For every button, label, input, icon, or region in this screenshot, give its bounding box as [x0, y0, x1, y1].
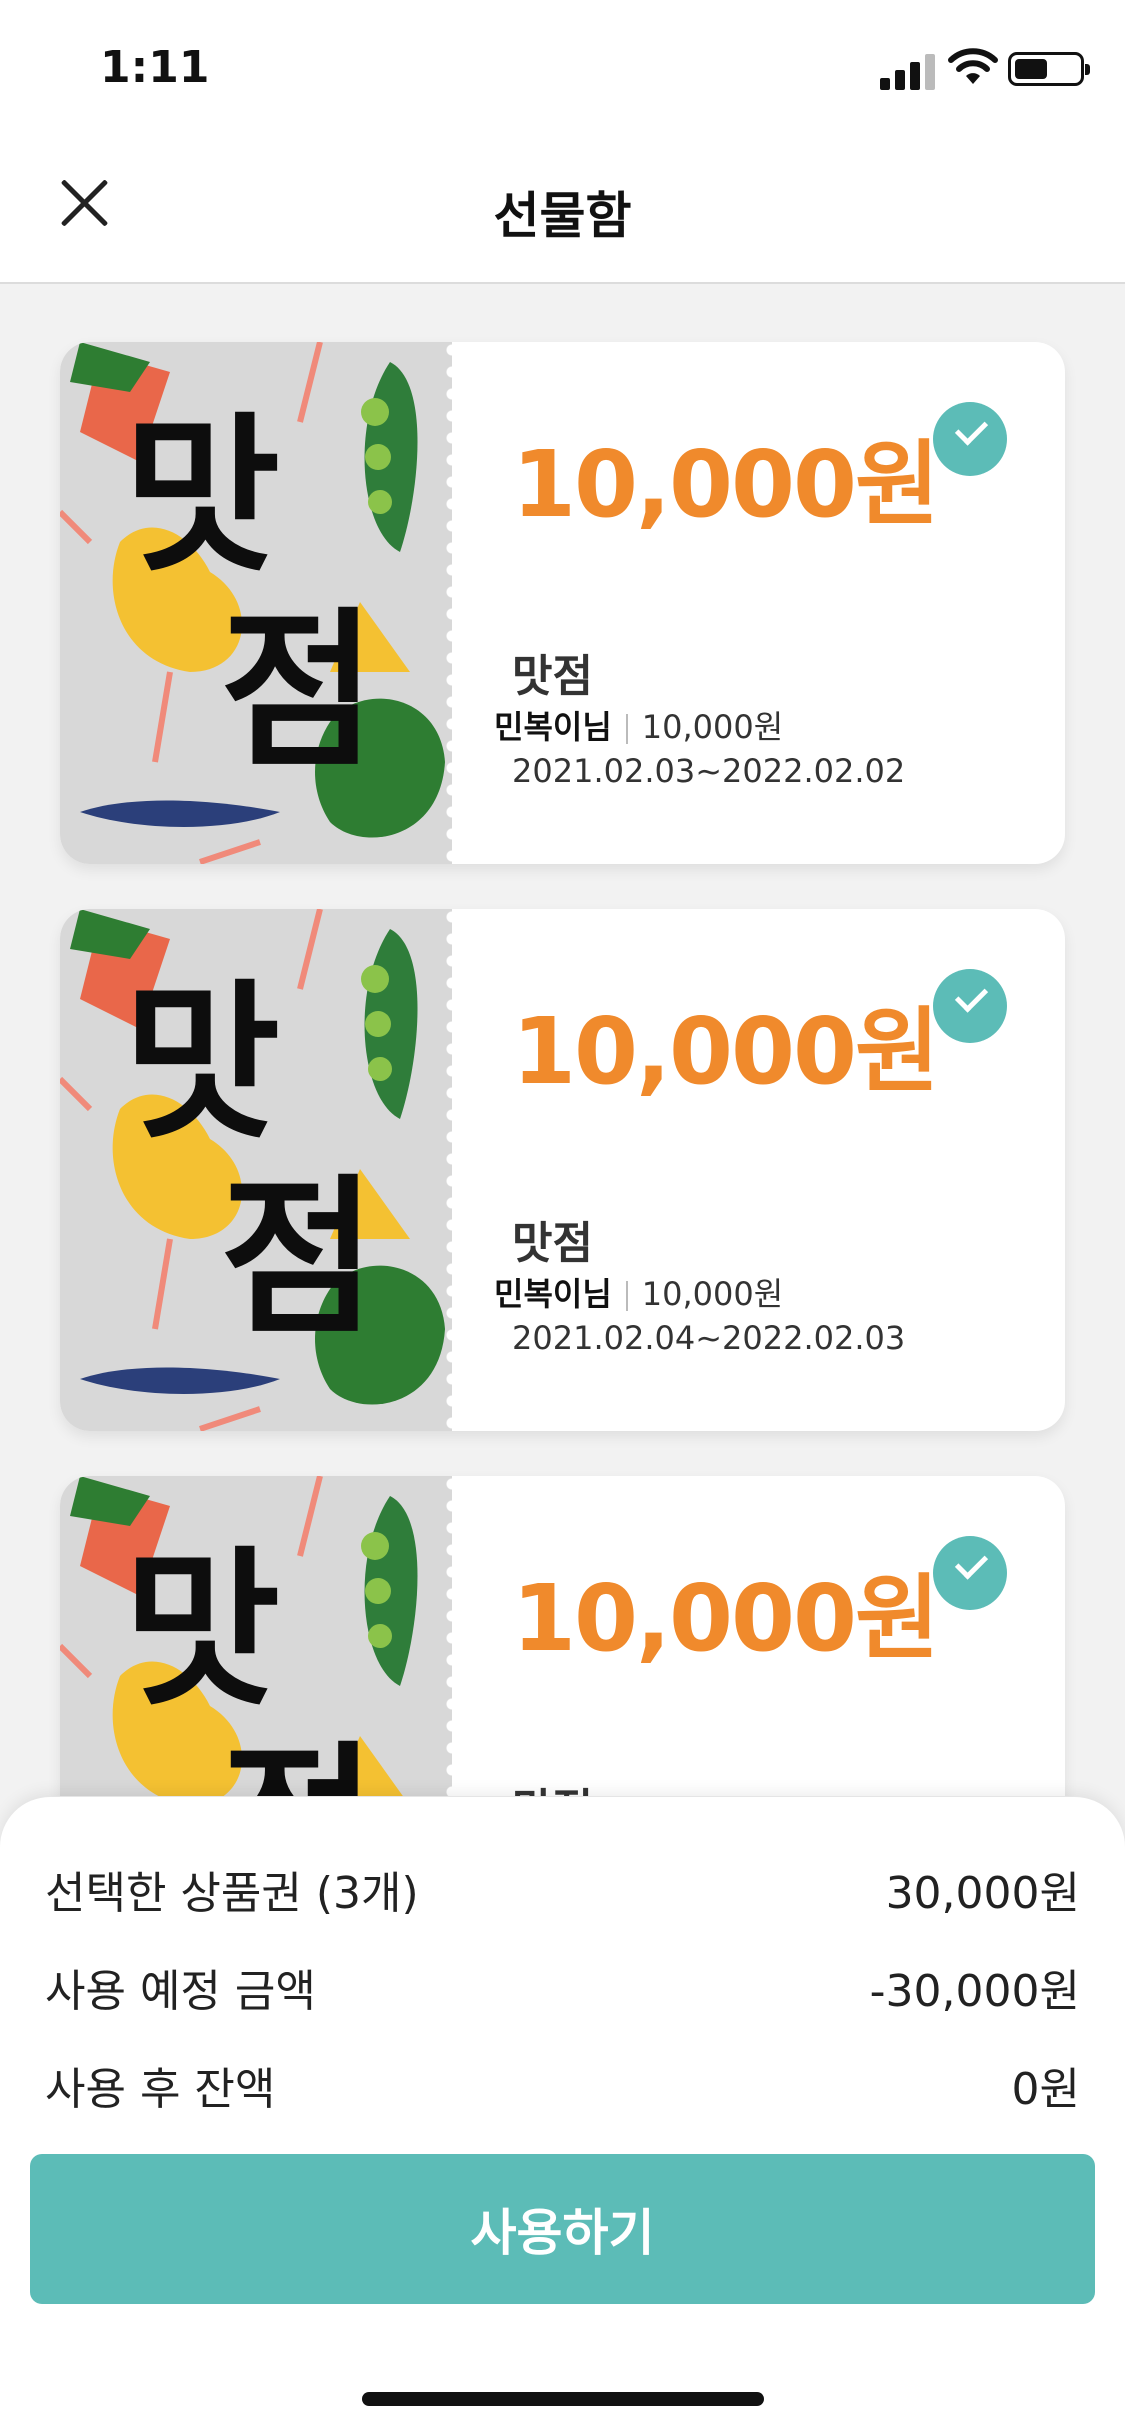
status-time: 1:11	[100, 42, 210, 93]
divider	[625, 1281, 628, 1311]
voucher-card[interactable]: 맛 점 10,000원 맛점 민복이님 10,000원 2021.02.04~20…	[60, 909, 1065, 1431]
check-icon[interactable]	[933, 1536, 1007, 1610]
ticket-perforation	[444, 1476, 460, 1796]
voucher-illustration: 맛 점	[60, 1476, 452, 1796]
cellular-signal-icon	[880, 50, 936, 90]
voucher-card[interactable]: 맛 점 10,000원 맛점 민복이님 10,000원 2021.02.03~20…	[60, 342, 1065, 864]
voucher-period: 2021.02.03~2022.02.02	[512, 752, 906, 790]
wifi-icon	[948, 48, 998, 84]
voucher-illustration: 맛 점	[60, 342, 452, 864]
voucher-meta: 민복이님 10,000원	[494, 1269, 783, 1315]
nav-bar: 선물함	[0, 140, 1125, 284]
ticket-perforation	[444, 909, 460, 1431]
divider	[625, 714, 628, 744]
voucher-list[interactable]: 맛 점 10,000원 맛점 민복이님 10,000원 2021.02.03~20…	[0, 286, 1125, 1796]
art-title-top: 맛	[124, 398, 281, 596]
voucher-name: 맛점	[512, 651, 593, 702]
status-bar: 1:11	[0, 0, 1125, 140]
remaining-value: 0원	[1011, 2064, 1080, 2115]
voucher-name: 맛점	[512, 1774, 593, 1796]
home-indicator[interactable]	[362, 2392, 764, 2406]
voucher-amount: 10,000원	[512, 998, 940, 1105]
remaining-label: 사용 후 잔액	[45, 2064, 276, 2115]
summary-sheet: 선택한 상품권 (3개) 30,000원 사용 예정 금액 -30,000원 사…	[0, 1797, 1125, 2436]
voucher-card[interactable]: 맛 점 10,000원 맛점	[60, 1476, 1065, 1796]
check-icon[interactable]	[933, 969, 1007, 1043]
voucher-value: 10,000원	[641, 1275, 784, 1313]
page-title: 선물함	[493, 187, 632, 245]
selected-value: 30,000원	[885, 1868, 1080, 1919]
voucher-amount: 10,000원	[512, 1565, 940, 1672]
ticket-perforation	[444, 342, 460, 864]
art-title-top: 맛	[124, 965, 281, 1163]
voucher-issuer: 민복이님	[494, 1275, 612, 1313]
planned-label: 사용 예정 금액	[45, 1966, 316, 2017]
planned-row: 사용 예정 금액 -30,000원	[45, 1955, 1080, 2019]
voucher-meta: 민복이님 10,000원	[494, 702, 783, 748]
voucher-amount: 10,000원	[512, 431, 940, 538]
selected-label: 선택한 상품권 (3개)	[45, 1868, 419, 1919]
selected-row: 선택한 상품권 (3개) 30,000원	[45, 1857, 1080, 1921]
art-title-bottom: 점	[220, 1741, 376, 1796]
voucher-issuer: 민복이님	[494, 708, 612, 746]
remaining-row: 사용 후 잔액 0원	[45, 2053, 1080, 2117]
voucher-value: 10,000원	[641, 708, 784, 746]
art-title-top: 맛	[124, 1532, 281, 1730]
art-title-bottom: 점	[220, 1160, 377, 1358]
use-button[interactable]: 사용하기	[30, 2154, 1095, 2304]
art-title-bottom: 점	[220, 593, 377, 791]
voucher-period: 2021.02.04~2022.02.03	[512, 1319, 906, 1357]
battery-icon	[1008, 52, 1090, 86]
voucher-illustration: 맛 점	[60, 909, 452, 1431]
check-icon[interactable]	[933, 402, 1007, 476]
voucher-name: 맛점	[512, 1218, 593, 1269]
planned-value: -30,000원	[869, 1966, 1080, 2017]
